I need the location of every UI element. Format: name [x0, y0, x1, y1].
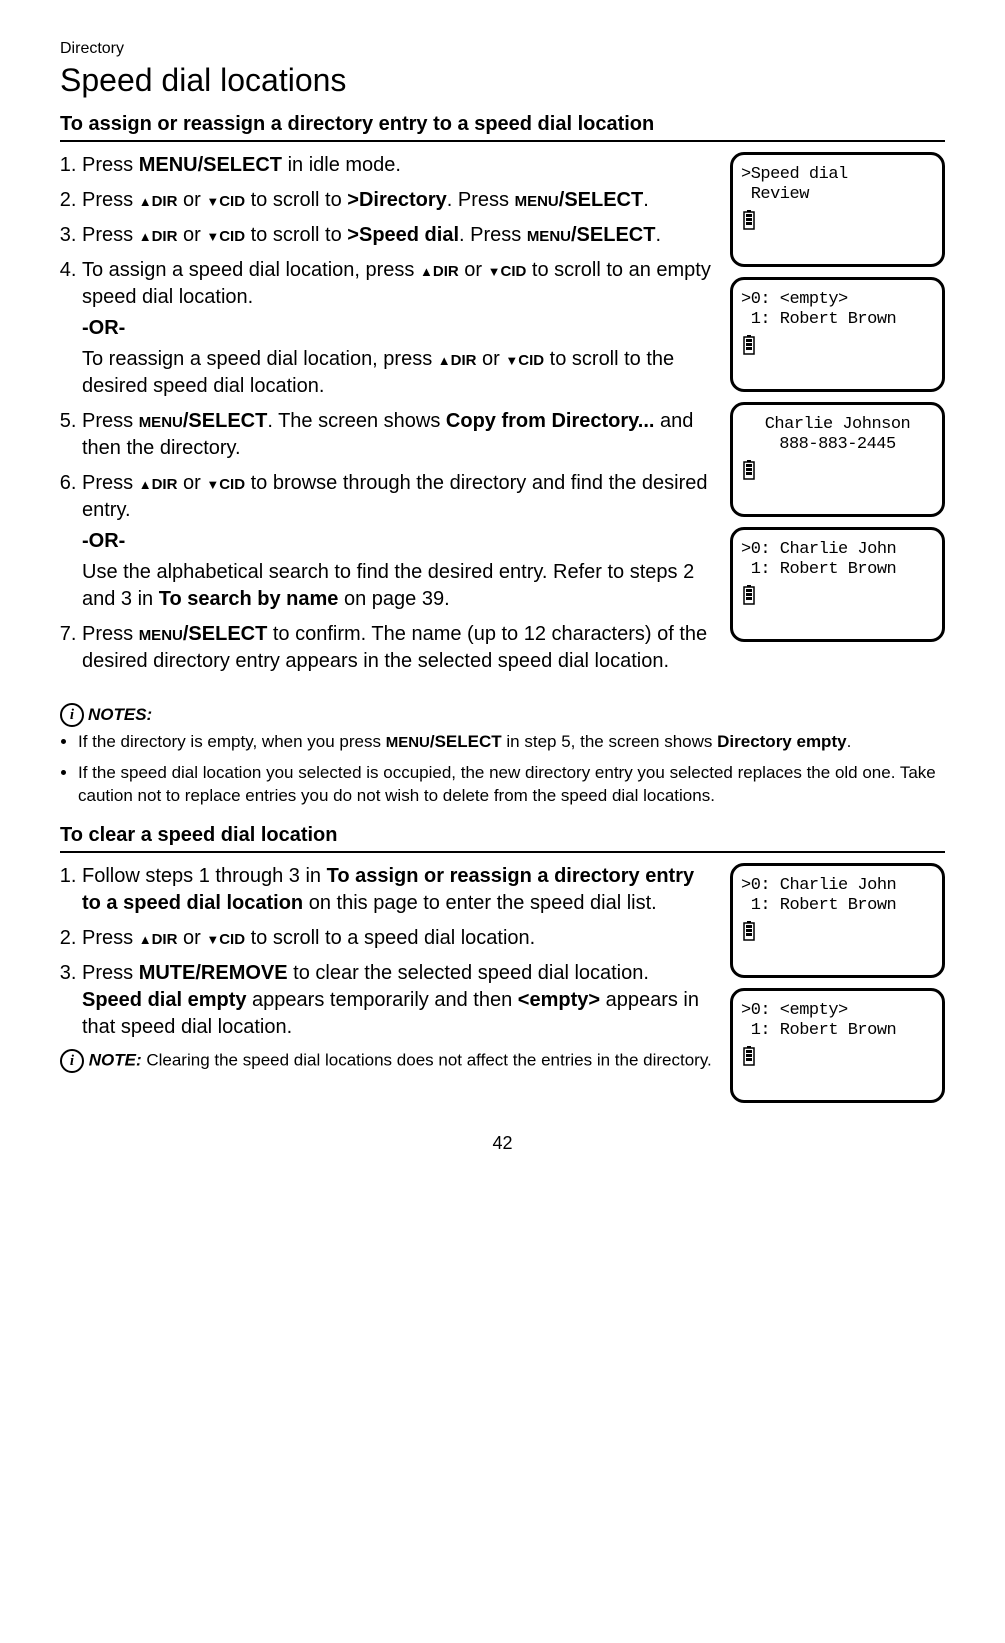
notes-header: i NOTES: — [60, 703, 945, 727]
step-7: Press MENU/SELECT to confirm. The name (… — [82, 621, 714, 675]
battery-icon — [743, 460, 755, 480]
down-arrow-icon — [505, 348, 518, 370]
section-heading-clear: To clear a speed dial location — [60, 824, 945, 853]
step-1: Follow steps 1 through 3 in To assign or… — [82, 863, 714, 917]
down-arrow-icon — [206, 472, 219, 494]
assign-steps: Press MENU/SELECT in idle mode. Press DI… — [60, 152, 714, 675]
info-icon: i — [60, 703, 84, 727]
up-arrow-icon — [438, 348, 451, 370]
page-title: Speed dial locations — [60, 62, 945, 99]
notes-list: If the directory is empty, when you pres… — [60, 731, 945, 808]
up-arrow-icon — [139, 224, 152, 246]
down-arrow-icon — [206, 224, 219, 246]
clear-steps: Follow steps 1 through 3 in To assign or… — [60, 863, 714, 1041]
battery-icon — [743, 335, 755, 355]
note-item: If the speed dial location you selected … — [78, 762, 945, 808]
page-number: 42 — [60, 1133, 945, 1154]
step-3: Press MUTE/REMOVE to clear the selected … — [82, 960, 714, 1041]
lcd-screen-assigned: >0: Charlie John 1: Robert Brown — [730, 527, 945, 642]
step-1: Press MENU/SELECT in idle mode. — [82, 152, 714, 179]
section-heading-assign: To assign or reassign a directory entry … — [60, 113, 945, 142]
up-arrow-icon — [139, 472, 152, 494]
note-item: If the directory is empty, when you pres… — [78, 731, 945, 754]
battery-icon — [743, 921, 755, 941]
battery-icon — [743, 585, 755, 605]
lcd-screen-after-clear: >0: <empty> 1: Robert Brown — [730, 988, 945, 1103]
up-arrow-icon — [139, 927, 152, 949]
battery-icon — [743, 210, 755, 230]
step-2: Press DIR or CID to scroll to a speed di… — [82, 925, 714, 952]
battery-icon — [743, 1046, 755, 1066]
info-icon: i — [60, 1049, 84, 1073]
lcd-screen-speed-dial-menu: >Speed dial Review — [730, 152, 945, 267]
clear-note: i NOTE: Clearing the speed dial location… — [60, 1049, 714, 1073]
down-arrow-icon — [206, 189, 219, 211]
step-6: Press DIR or CID to browse through the d… — [82, 470, 714, 613]
lcd-screen-empty-slot: >0: <empty> 1: Robert Brown — [730, 277, 945, 392]
breadcrumb: Directory — [60, 40, 945, 58]
up-arrow-icon — [420, 259, 433, 281]
up-arrow-icon — [139, 189, 152, 211]
step-4: To assign a speed dial location, press D… — [82, 257, 714, 400]
step-2: Press DIR or CID to scroll to >Directory… — [82, 187, 714, 214]
down-arrow-icon — [206, 927, 219, 949]
lcd-screen-before-clear: >0: Charlie John 1: Robert Brown — [730, 863, 945, 978]
down-arrow-icon — [488, 259, 501, 281]
step-3: Press DIR or CID to scroll to >Speed dia… — [82, 222, 714, 249]
step-5: Press MENU/SELECT. The screen shows Copy… — [82, 408, 714, 462]
lcd-screen-directory-entry: Charlie Johnson 888-883-2445 — [730, 402, 945, 517]
